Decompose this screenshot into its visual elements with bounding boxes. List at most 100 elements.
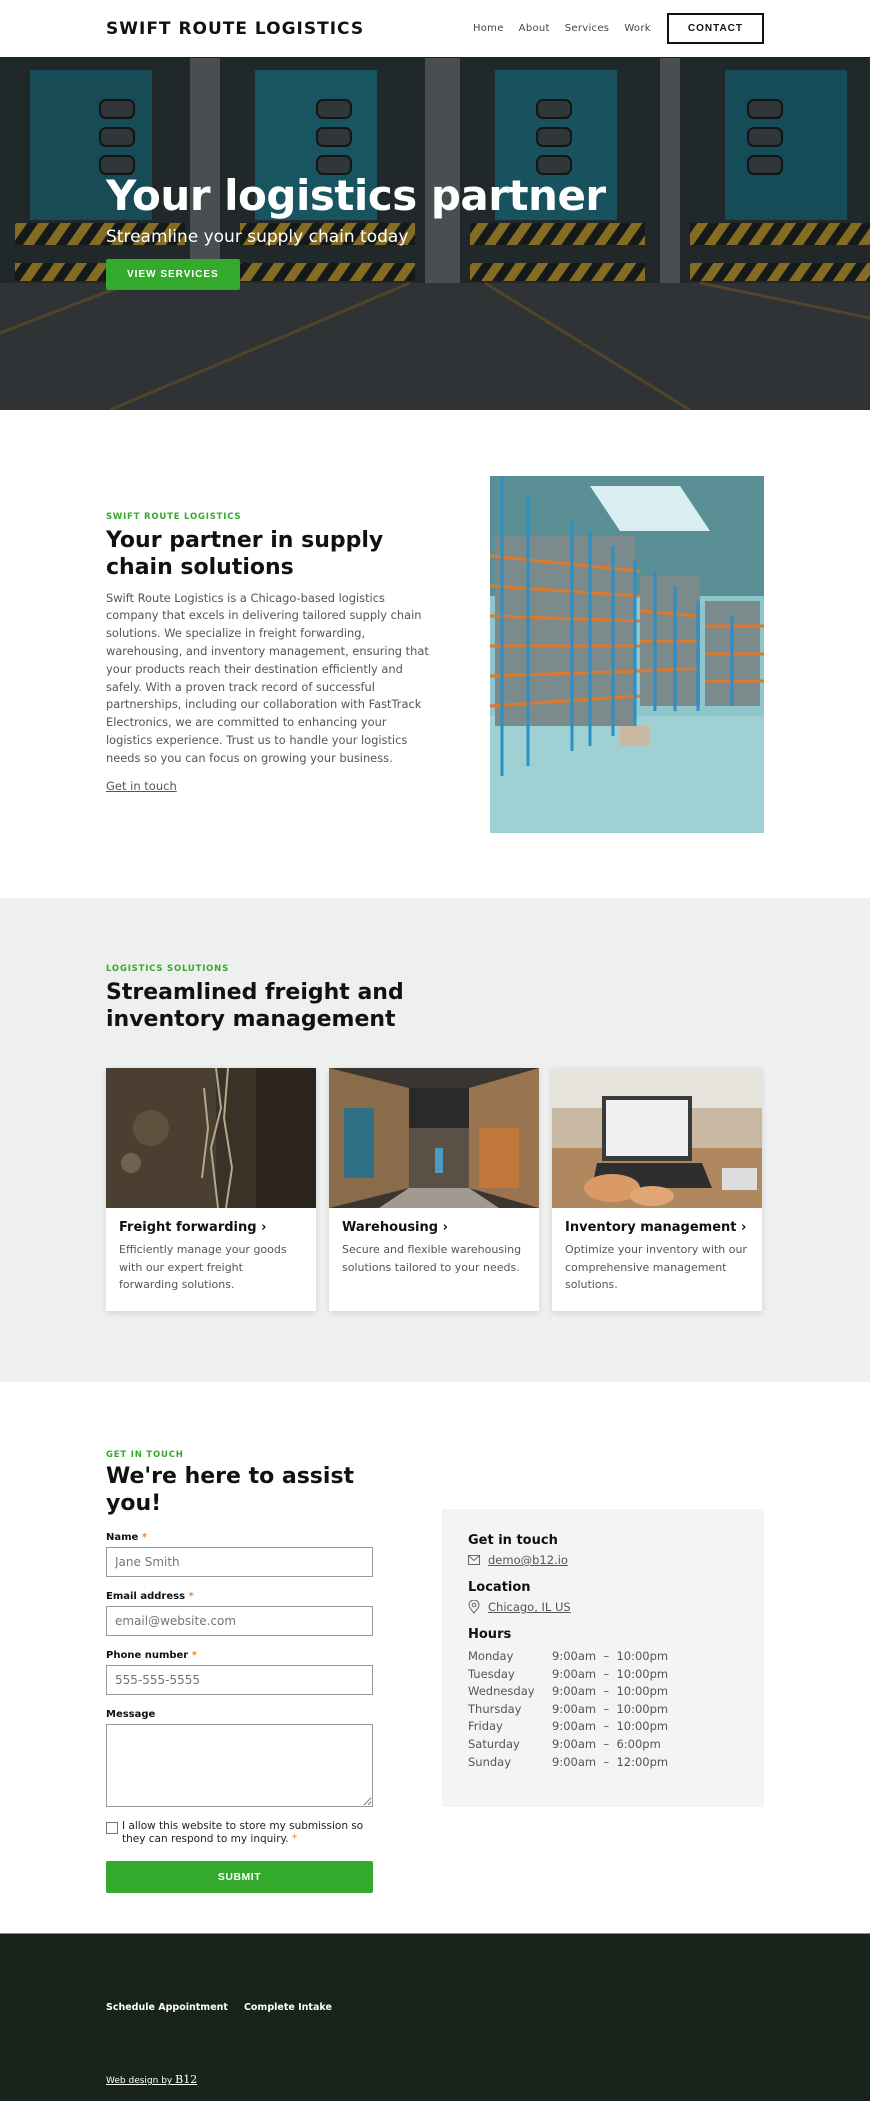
nav-work[interactable]: Work <box>624 23 651 34</box>
hero-section: Your logistics partner Streamline your s… <box>0 58 870 410</box>
hours-table: Monday 9:00am – 10:00pm Tuesday 9:00am – 1… <box>468 1648 738 1771</box>
hours-time: 9:00am – 12:00pm <box>552 1754 669 1769</box>
services-eyebrow: LOGISTICS SOLUTIONS <box>106 964 230 974</box>
service-card-warehousing[interactable]: Warehousing › Secure and flexible wareho… <box>329 1068 539 1311</box>
email-field[interactable] <box>106 1605 373 1636</box>
site-footer: Schedule Appointment Complete Intake Web… <box>0 1933 870 2101</box>
complete-intake-link[interactable]: Complete Intake <box>244 2002 332 2013</box>
chevron-right-icon: › <box>741 1220 747 1235</box>
site-header: SWIFT ROUTE LOGISTICS Home About Service… <box>0 0 870 58</box>
message-label: Message <box>106 1708 156 1720</box>
hours-row: Thursday 9:00am – 10:00pm <box>468 1701 738 1719</box>
services-section: LOGISTICS SOLUTIONS Streamlined freight … <box>0 898 870 1382</box>
info-hours-title: Hours <box>468 1627 512 1642</box>
b12-logo: B12 <box>175 2073 198 2086</box>
hours-day: Monday <box>468 1649 514 1663</box>
contact-heading: We're here to assist you! <box>106 1464 355 1516</box>
required-marker: * <box>141 1531 148 1543</box>
chevron-right-icon: › <box>261 1220 267 1235</box>
services-heading: Streamlined freight and inventory manage… <box>106 980 404 1032</box>
nav-home[interactable]: Home <box>473 23 504 34</box>
view-services-button[interactable]: VIEW SERVICES <box>106 259 240 291</box>
location-link[interactable]: Chicago, IL US <box>488 1600 571 1614</box>
name-label-text: Name <box>106 1531 139 1543</box>
warehousing-image <box>329 1068 539 1208</box>
contact-form: GET IN TOUCH We're here to assist you! N… <box>106 1450 373 1893</box>
card-description: Efficiently manage your goods with our e… <box>119 1243 287 1292</box>
card-title[interactable]: Freight forwarding › <box>119 1220 303 1235</box>
get-in-touch-link[interactable]: Get in touch <box>106 779 177 793</box>
card-title-text: Freight forwarding <box>119 1220 257 1235</box>
credit-prefix: Web design by <box>106 2076 176 2086</box>
info-location-title: Location <box>468 1580 531 1595</box>
email-link[interactable]: demo@b12.io <box>488 1553 568 1567</box>
hours-time: 9:00am – 10:00pm <box>552 1719 669 1734</box>
contact-info-panel: Get in touch demo@b12.io Location Chicag… <box>442 1509 764 1807</box>
hours-day: Saturday <box>468 1736 520 1751</box>
about-eyebrow: SWIFT ROUTE LOGISTICS <box>106 512 242 522</box>
service-card-inventory[interactable]: Inventory management › Optimize your inv… <box>552 1068 762 1311</box>
required-marker: * <box>188 1590 194 1602</box>
hours-time: 9:00am – 10:00pm <box>552 1701 669 1716</box>
nav-services[interactable]: Services <box>565 23 610 34</box>
contact-section: GET IN TOUCH We're here to assist you! N… <box>0 1382 870 1933</box>
schedule-appointment-link[interactable]: Schedule Appointment <box>106 2002 228 2013</box>
hours-row: Sunday 9:00am – 12:00pm <box>468 1754 738 1772</box>
map-pin-icon <box>468 1600 480 1614</box>
card-title-text: Warehousing <box>342 1220 439 1235</box>
service-card-freight[interactable]: Freight forwarding › Efficiently manage … <box>106 1068 316 1311</box>
hours-row: Saturday 9:00am – 6:00pm <box>468 1736 738 1754</box>
card-body: Warehousing › Secure and flexible wareho… <box>329 1208 539 1311</box>
submit-button[interactable]: SUBMIT <box>106 1860 373 1893</box>
contact-button[interactable]: CONTACT <box>666 13 764 44</box>
card-body: Freight forwarding › Efficiently manage … <box>106 1208 316 1311</box>
card-title[interactable]: Inventory management › <box>565 1220 749 1235</box>
consent-label: I allow this website to store my submiss… <box>122 1820 373 1847</box>
freight-image <box>106 1068 316 1208</box>
consent-checkbox[interactable] <box>106 1821 118 1834</box>
hours-day: Friday <box>468 1719 503 1734</box>
info-touch-title: Get in touch <box>468 1533 558 1548</box>
hours-row: Friday 9:00am – 10:00pm <box>468 1718 738 1736</box>
hours-row: Wednesday 9:00am – 10:00pm <box>468 1683 738 1701</box>
site-logo[interactable]: SWIFT ROUTE LOGISTICS <box>106 19 364 39</box>
consent-row: I allow this website to store my submiss… <box>106 1820 373 1847</box>
main-nav: Home About Services Work CONTACT <box>458 13 764 44</box>
about-section: SWIFT ROUTE LOGISTICS Your partner in su… <box>0 410 870 898</box>
name-field[interactable] <box>106 1546 373 1577</box>
nav-about[interactable]: About <box>519 23 550 34</box>
hours-time: 9:00am – 10:00pm <box>552 1649 669 1663</box>
hours-day: Sunday <box>468 1754 512 1769</box>
hours-row: Tuesday 9:00am – 10:00pm <box>468 1666 738 1684</box>
hours-time: 9:00am – 10:00pm <box>552 1684 669 1699</box>
about-text: SWIFT ROUTE LOGISTICS Your partner in su… <box>106 512 436 794</box>
email-label: Email address * <box>106 1591 373 1602</box>
hours-row: Monday 9:00am – 10:00pm <box>468 1648 738 1666</box>
web-design-credit-link[interactable]: Web design by B12 <box>106 2073 197 2086</box>
location-row: Chicago, IL US <box>468 1600 738 1614</box>
inventory-image <box>552 1068 762 1208</box>
required-marker: * <box>191 1649 197 1661</box>
card-body: Inventory management › Optimize your inv… <box>552 1208 762 1311</box>
service-cards: Freight forwarding › Efficiently manage … <box>106 1068 762 1311</box>
about-heading: Your partner in supply chain solutions <box>106 528 384 580</box>
consent-text: I allow this website to store my submiss… <box>122 1819 364 1846</box>
hero-subtitle: Streamline your supply chain today <box>106 227 409 248</box>
message-field[interactable] <box>106 1723 373 1807</box>
chevron-right-icon: › <box>442 1220 448 1235</box>
hero-title: Your logistics partner <box>106 171 606 220</box>
hours-day: Thursday <box>468 1701 522 1716</box>
warehouse-image <box>490 476 764 833</box>
hours-time: 9:00am – 6:00pm <box>552 1736 661 1751</box>
footer-links: Schedule Appointment Complete Intake <box>106 2002 332 2013</box>
card-title[interactable]: Warehousing › <box>342 1220 526 1235</box>
card-description: Optimize your inventory with our compreh… <box>565 1243 747 1292</box>
required-marker: * <box>291 1833 298 1846</box>
hours-day: Wednesday <box>468 1684 535 1699</box>
card-title-text: Inventory management <box>565 1220 737 1235</box>
hours-time: 9:00am – 10:00pm <box>552 1666 669 1681</box>
phone-field[interactable] <box>106 1664 373 1695</box>
envelope-icon <box>468 1555 480 1565</box>
card-description: Secure and flexible warehousing solution… <box>342 1243 522 1274</box>
about-body: Swift Route Logistics is a Chicago-based… <box>106 590 429 765</box>
